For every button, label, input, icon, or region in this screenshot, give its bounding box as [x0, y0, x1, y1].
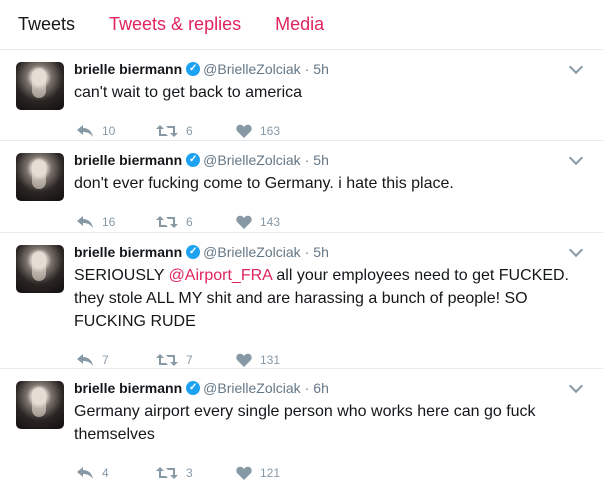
verified-badge-icon: ✓	[186, 381, 201, 395]
retweet-button[interactable]: 3	[156, 466, 236, 480]
avatar[interactable]	[16, 62, 64, 110]
reply-icon	[77, 125, 93, 137]
heart-icon	[236, 353, 252, 367]
author-name[interactable]: brielle biermann	[74, 60, 182, 78]
tweet-header: brielle biermann ✓ @BrielleZolciak · 6h	[74, 379, 587, 397]
tweet-header: brielle biermann ✓ @BrielleZolciak · 5h	[74, 151, 587, 169]
tab-media[interactable]: Media	[275, 14, 324, 35]
retweet-icon	[156, 354, 178, 366]
tweet-timestamp[interactable]: 6h	[313, 379, 329, 397]
like-count: 131	[260, 353, 281, 367]
tweet-actions: 10 6 163	[76, 123, 587, 139]
reply-count: 4	[102, 466, 109, 480]
tweet-2[interactable]: brielle biermann ✓ @BrielleZolciak · 5h …	[0, 141, 603, 233]
tweet-actions: 16 6 143	[76, 214, 587, 230]
author-handle[interactable]: @BrielleZolciak	[203, 151, 300, 169]
tweet-actions: 4 3 121	[76, 465, 587, 481]
verified-badge-icon: ✓	[186, 153, 201, 167]
reply-button[interactable]: 7	[76, 353, 156, 367]
author-name[interactable]: brielle biermann	[74, 151, 182, 169]
tweet-4[interactable]: brielle biermann ✓ @BrielleZolciak · 6h …	[0, 369, 603, 481]
retweet-count: 7	[186, 353, 193, 367]
separator: ·	[304, 152, 310, 168]
reply-button[interactable]: 16	[76, 215, 156, 229]
tweet-1[interactable]: brielle biermann ✓ @BrielleZolciak · 5h …	[0, 50, 603, 141]
reply-count: 16	[102, 215, 116, 229]
profile-tabs: Tweets Tweets & replies Media	[0, 0, 603, 50]
reply-icon	[77, 354, 93, 366]
separator: ·	[304, 61, 310, 77]
like-count: 143	[260, 215, 281, 229]
avatar[interactable]	[16, 381, 64, 429]
avatar[interactable]	[16, 245, 64, 293]
tweet-timestamp[interactable]: 5h	[313, 60, 329, 78]
like-button[interactable]: 131	[236, 353, 316, 367]
author-name[interactable]: brielle biermann	[74, 379, 182, 397]
author-name[interactable]: brielle biermann	[74, 243, 182, 261]
separator: ·	[304, 380, 310, 396]
reply-button[interactable]: 10	[76, 124, 156, 138]
tweet-3[interactable]: brielle biermann ✓ @BrielleZolciak · 5h …	[0, 233, 603, 369]
like-count: 163	[260, 124, 281, 138]
tab-tweets-and-replies[interactable]: Tweets & replies	[109, 14, 241, 35]
retweet-button[interactable]: 6	[156, 124, 236, 138]
separator: ·	[304, 244, 310, 260]
retweet-icon	[156, 467, 178, 479]
avatar[interactable]	[16, 153, 64, 201]
tweet-timestamp[interactable]: 5h	[313, 243, 329, 261]
author-handle[interactable]: @BrielleZolciak	[203, 379, 300, 397]
like-button[interactable]: 143	[236, 215, 316, 229]
heart-icon	[236, 466, 252, 480]
retweet-count: 3	[186, 466, 193, 480]
author-handle[interactable]: @BrielleZolciak	[203, 243, 300, 261]
reply-button[interactable]: 4	[76, 466, 156, 480]
retweet-count: 6	[186, 215, 193, 229]
tweet-text-part: Germany airport every single person who …	[74, 403, 536, 443]
author-handle[interactable]: @BrielleZolciak	[203, 60, 300, 78]
tweet-text-part: don't ever fucking come to Germany. i ha…	[74, 175, 454, 192]
heart-icon	[236, 124, 252, 138]
tweet-header: brielle biermann ✓ @BrielleZolciak · 5h	[74, 60, 587, 78]
verified-badge-icon: ✓	[186, 62, 201, 76]
mention-link[interactable]: @Airport_FRA	[169, 267, 272, 284]
tweet-header: brielle biermann ✓ @BrielleZolciak · 5h	[74, 243, 587, 261]
retweet-icon	[156, 216, 178, 228]
tab-tweets[interactable]: Tweets	[18, 14, 75, 35]
retweet-icon	[156, 125, 178, 137]
tweet-text: SERIOUSLY @Airport_FRA all your employee…	[74, 264, 571, 333]
tweet-text: can't wait to get back to america	[74, 81, 571, 104]
tweet-timestamp[interactable]: 5h	[313, 151, 329, 169]
like-count: 121	[260, 466, 281, 480]
tweet-actions: 7 7 131	[76, 352, 587, 368]
reply-icon	[77, 467, 93, 479]
tweet-text: Germany airport every single person who …	[74, 400, 571, 446]
tweet-text: don't ever fucking come to Germany. i ha…	[74, 172, 571, 195]
retweet-button[interactable]: 7	[156, 353, 236, 367]
heart-icon	[236, 215, 252, 229]
tweet-text-part: can't wait to get back to america	[74, 84, 303, 101]
retweet-button[interactable]: 6	[156, 215, 236, 229]
like-button[interactable]: 163	[236, 124, 316, 138]
reply-icon	[77, 216, 93, 228]
verified-badge-icon: ✓	[186, 245, 201, 259]
retweet-count: 6	[186, 124, 193, 138]
like-button[interactable]: 121	[236, 466, 316, 480]
reply-count: 10	[102, 124, 116, 138]
tweet-text-part: SERIOUSLY	[74, 267, 169, 284]
reply-count: 7	[102, 353, 109, 367]
